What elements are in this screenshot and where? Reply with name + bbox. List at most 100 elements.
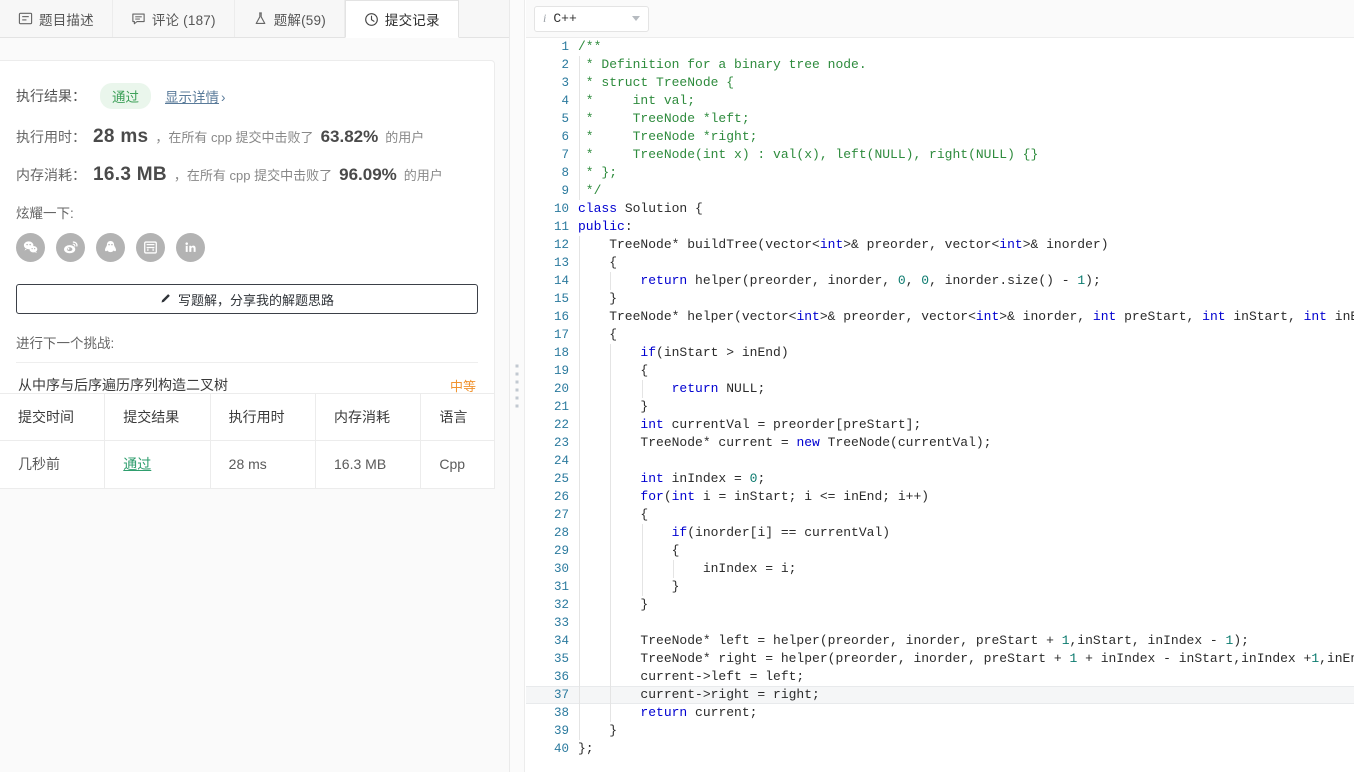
code-line[interactable]: 27 { xyxy=(526,506,1354,524)
code-line[interactable]: 25 int inIndex = 0; xyxy=(526,470,1354,488)
code-token: return xyxy=(640,273,688,288)
code-line[interactable]: 10 class Solution { xyxy=(526,200,1354,218)
info-italic-icon: i xyxy=(543,11,547,25)
line-number: 30 xyxy=(553,562,569,576)
code-line[interactable]: 18 if(inStart > inEnd) xyxy=(526,344,1354,362)
code-line[interactable]: 19 { xyxy=(526,362,1354,380)
comment-icon xyxy=(131,11,146,26)
code-line[interactable]: 30 inIndex = i; xyxy=(526,560,1354,578)
line-number: 9 xyxy=(561,184,569,198)
code-token: int xyxy=(819,237,844,252)
indent-guide xyxy=(610,344,612,362)
code-line[interactable]: 26 for(int i = inStart; i <= inEnd; i++) xyxy=(526,488,1354,506)
douban-icon xyxy=(142,239,159,256)
indent-guide xyxy=(579,110,580,128)
cell-result: 通过 xyxy=(104,439,211,488)
code-token: class xyxy=(578,201,618,216)
code-token: 1 xyxy=(1061,633,1070,648)
code-line[interactable]: 37 current->right = right; xyxy=(526,686,1354,704)
code-token: , xyxy=(905,273,922,288)
code-line-content: */ xyxy=(578,182,1354,200)
code-line[interactable]: 34 TreeNode* left = helper(preorder, ino… xyxy=(526,632,1354,650)
code-line[interactable]: 8 * }; xyxy=(526,164,1354,182)
line-number: 34 xyxy=(553,634,569,648)
indent-guide xyxy=(579,380,580,398)
share-weibo-button[interactable] xyxy=(56,233,85,262)
indent-guide xyxy=(579,506,580,524)
code-line[interactable]: 14 return helper(preorder, inorder, 0, 0… xyxy=(526,272,1354,290)
indent-guide xyxy=(579,596,580,614)
write-solution-button[interactable]: 写题解，分享我的解题思路 xyxy=(16,284,478,314)
code-line[interactable]: 28 if(inorder[i] == currentVal) xyxy=(526,524,1354,542)
code-line[interactable]: 2 * Definition for a binary tree node. xyxy=(526,56,1354,74)
indent-guide xyxy=(610,524,612,542)
code-line[interactable]: 6 * TreeNode *right; xyxy=(526,128,1354,146)
tab-comments[interactable]: 评论 (187) xyxy=(113,0,235,37)
code-line[interactable]: 9 */ xyxy=(526,182,1354,200)
code-line[interactable]: 35 TreeNode* right = helper(preorder, in… xyxy=(526,650,1354,668)
code-line[interactable]: 24 xyxy=(526,452,1354,470)
code-line[interactable]: 20 return NULL; xyxy=(526,380,1354,398)
code-line[interactable]: 5 * TreeNode *left; xyxy=(526,110,1354,128)
code-line[interactable]: 7 * TreeNode(int x) : val(x), left(NULL)… xyxy=(526,146,1354,164)
line-number: 26 xyxy=(553,490,569,504)
submission-result-link[interactable]: 通过 xyxy=(123,456,151,472)
code-line[interactable]: 32 } xyxy=(526,596,1354,614)
language-select[interactable]: i C++ xyxy=(534,5,649,32)
code-line[interactable]: 4 * int val; xyxy=(526,92,1354,110)
tab-description[interactable]: 题目描述 xyxy=(0,0,113,37)
code-line[interactable]: 33 xyxy=(526,614,1354,632)
code-token: { xyxy=(578,543,680,558)
code-line[interactable]: 17 { xyxy=(526,326,1354,344)
code-token: } xyxy=(578,579,680,594)
code-line[interactable]: 39 } xyxy=(526,722,1354,740)
code-line[interactable]: 29 { xyxy=(526,542,1354,560)
indent-guide xyxy=(579,722,580,740)
line-number: 3 xyxy=(561,76,569,90)
left-panel: 题目描述 评论 (187) 题解(59) 提交记录 执行结果： 通过 显示详情 … xyxy=(0,0,510,772)
panel-resize-handle[interactable] xyxy=(510,0,525,772)
share-qq-button[interactable] xyxy=(96,233,125,262)
code-line[interactable]: 21 } xyxy=(526,398,1354,416)
code-token: >& preorder, vector< xyxy=(843,237,1000,252)
line-number: 21 xyxy=(553,400,569,414)
editor-toolbar: i C++ xyxy=(526,0,1354,38)
indent-guide xyxy=(579,434,580,452)
indent-guide xyxy=(579,236,580,254)
line-number: 32 xyxy=(553,598,569,612)
next-challenge-label: 进行下一个挑战: xyxy=(16,336,115,351)
code-line-content: if(inStart > inEnd) xyxy=(578,344,1354,362)
table-row[interactable]: 几秒前 通过 28 ms 16.3 MB Cpp xyxy=(0,439,494,488)
line-number: 11 xyxy=(553,220,569,234)
code-line[interactable]: 16 TreeNode* helper(vector<int>& preorde… xyxy=(526,308,1354,326)
code-token: Solution { xyxy=(617,201,703,216)
share-douban-button[interactable] xyxy=(136,233,165,262)
code-token: int xyxy=(640,471,664,486)
indent-guide xyxy=(579,542,580,560)
code-line[interactable]: 3 * struct TreeNode { xyxy=(526,74,1354,92)
share-linkedin-button[interactable] xyxy=(176,233,205,262)
code-line[interactable]: 22 int currentVal = preorder[preStart]; xyxy=(526,416,1354,434)
code-line[interactable]: 23 TreeNode* current = new TreeNode(curr… xyxy=(526,434,1354,452)
code-line[interactable]: 40}; xyxy=(526,740,1354,758)
code-token: TreeNode(currentVal); xyxy=(819,435,992,450)
share-wechat-button[interactable] xyxy=(16,233,45,262)
code-line[interactable]: 15 } xyxy=(526,290,1354,308)
code-editor[interactable]: 1 /** 2 * Definition for a binary tree nod… xyxy=(526,38,1354,772)
code-line[interactable]: 38 return current; xyxy=(526,704,1354,722)
flask-icon xyxy=(253,11,268,26)
code-line[interactable]: 1 /** xyxy=(526,38,1354,56)
code-line[interactable]: 11 public: xyxy=(526,218,1354,236)
code-token: } xyxy=(578,291,618,306)
tab-submissions[interactable]: 提交记录 xyxy=(344,0,459,38)
col-header-runtime: 执行用时 xyxy=(210,394,317,440)
show-detail-link[interactable]: 显示详情 › xyxy=(165,86,226,106)
code-line[interactable]: 13 { xyxy=(526,254,1354,272)
tab-solutions[interactable]: 题解(59) xyxy=(235,0,345,37)
code-token: * int val; xyxy=(578,93,696,108)
code-line[interactable]: 36 current->left = left; xyxy=(526,668,1354,686)
code-line[interactable]: 12 TreeNode* buildTree(vector<int>& preo… xyxy=(526,236,1354,254)
code-line[interactable]: 31 } xyxy=(526,578,1354,596)
indent-guide xyxy=(672,560,674,578)
